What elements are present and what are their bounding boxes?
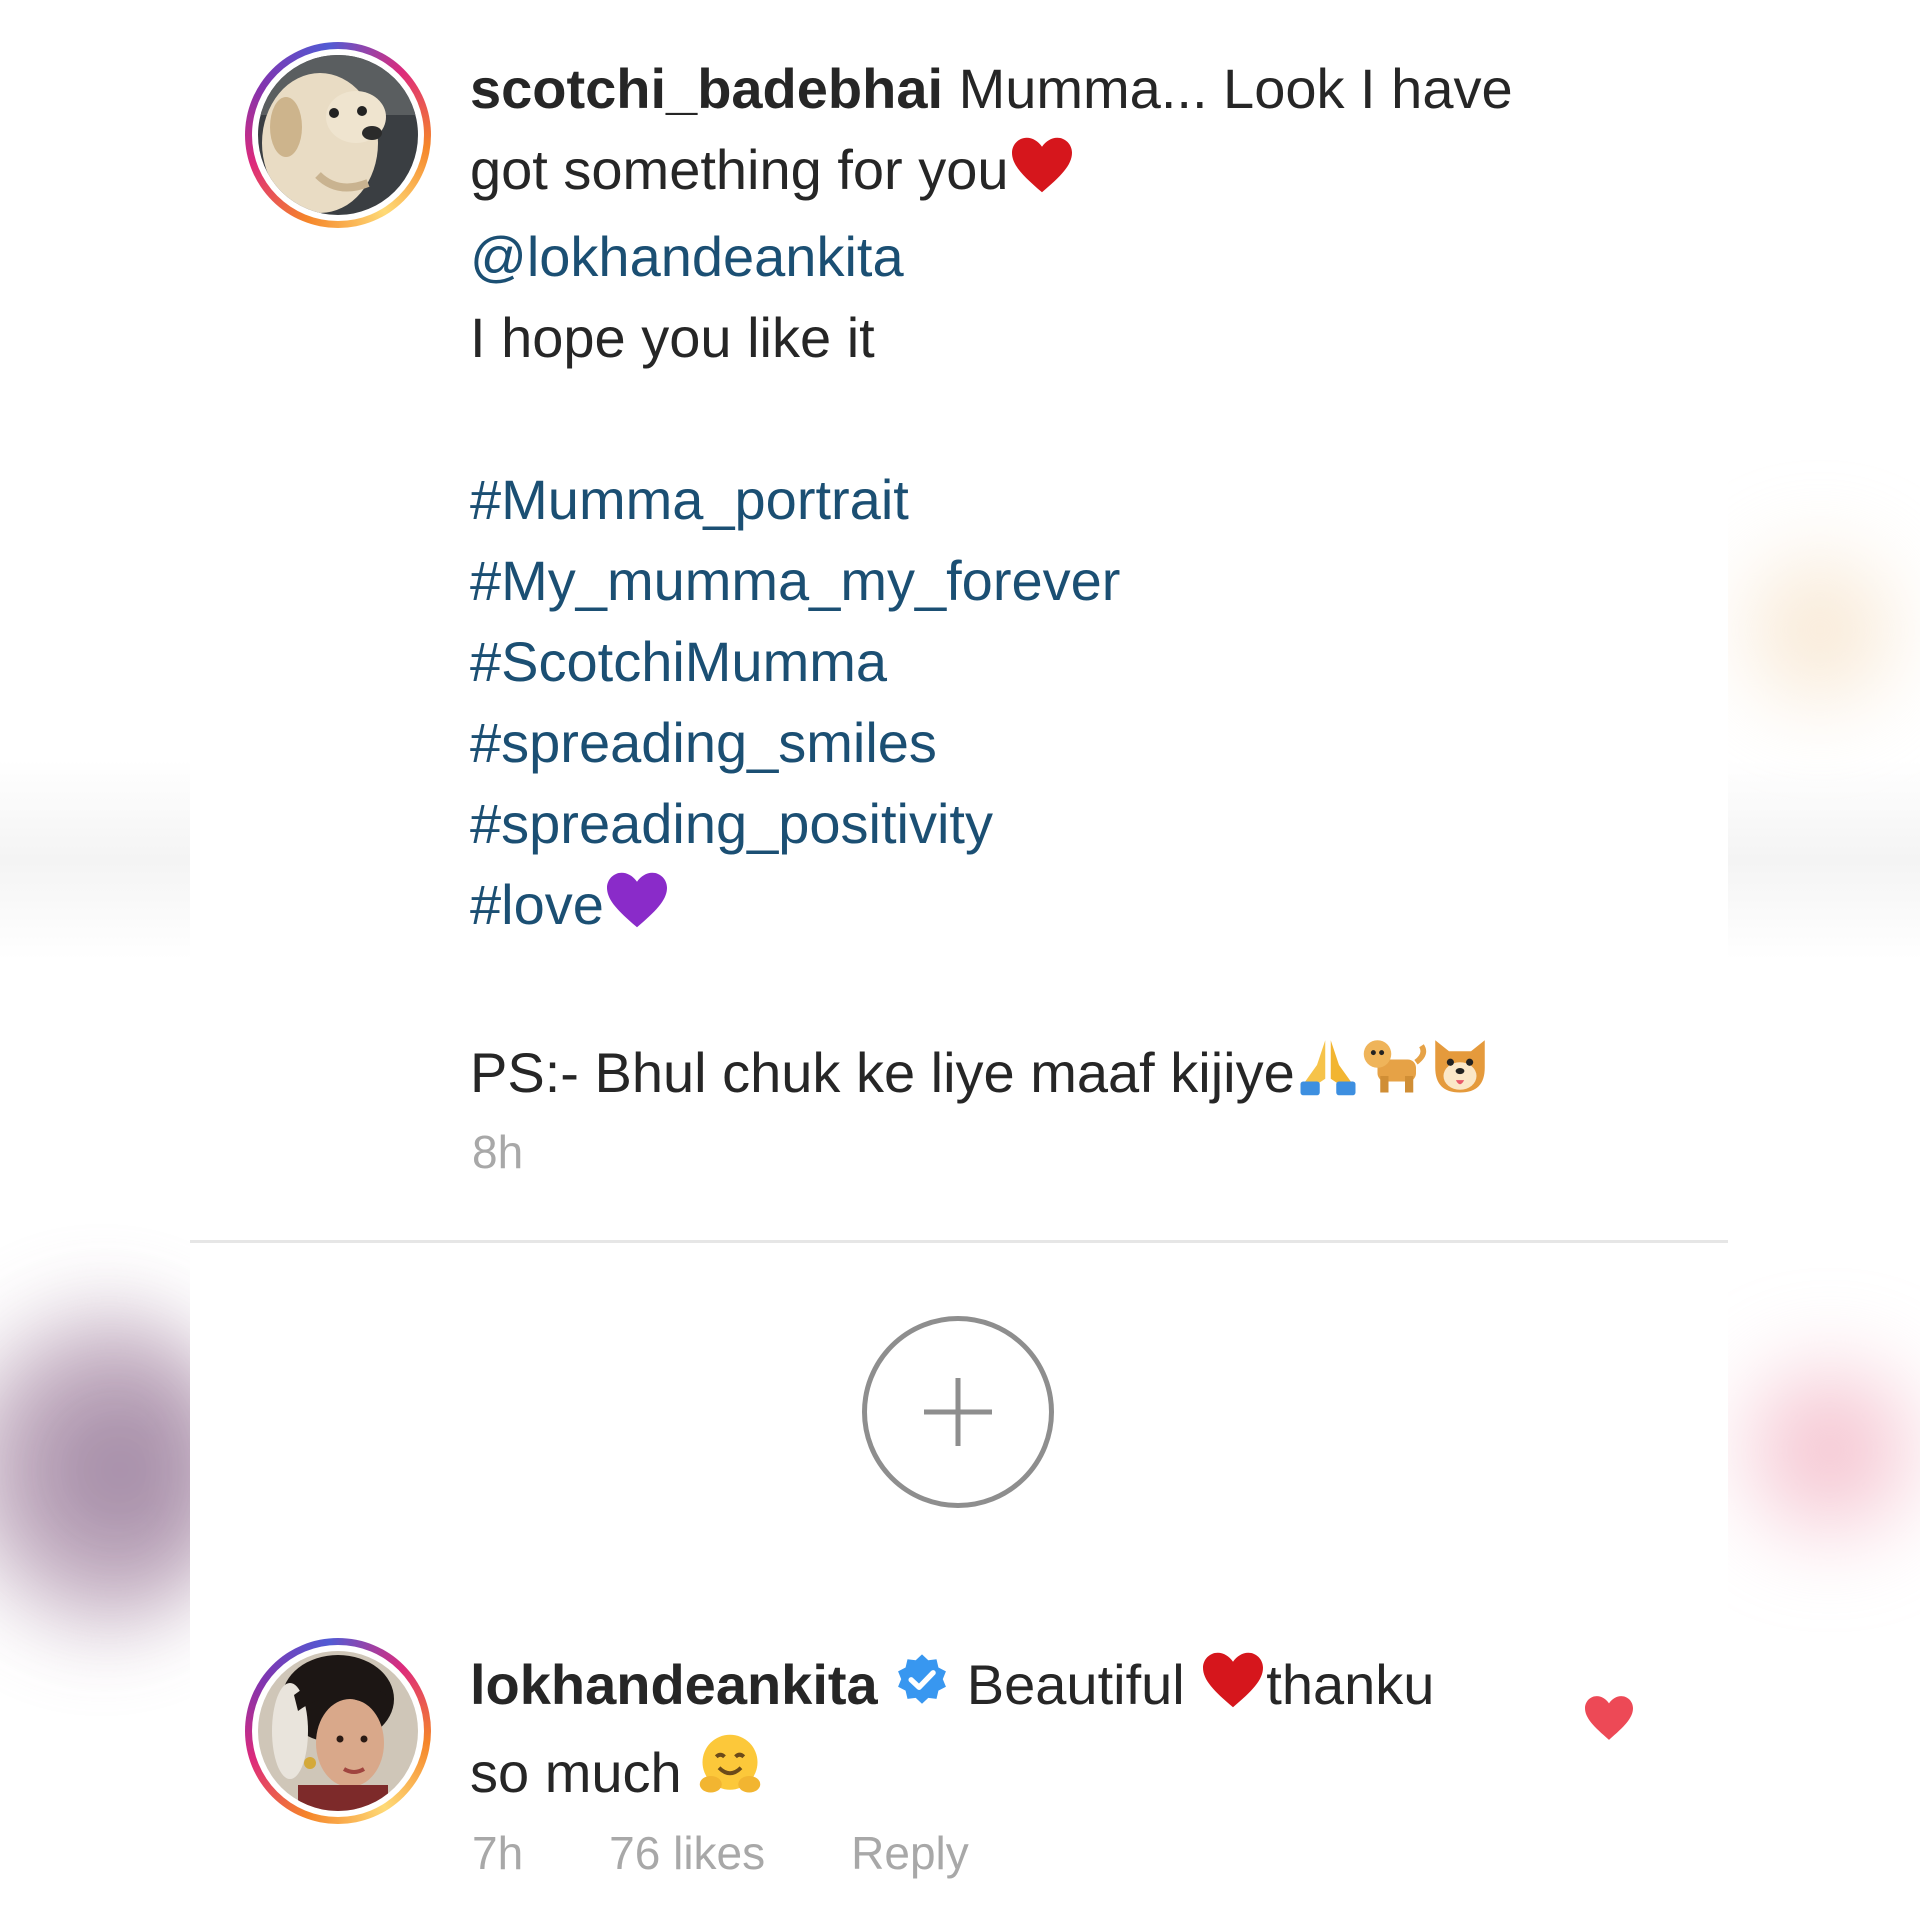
hashtag-link[interactable]: #My_mumma_my_forever (470, 540, 1630, 621)
comments-panel: scotchi_badebhai Mumma... Look I have go… (190, 0, 1728, 1920)
hashtag-link[interactable]: #ScotchiMumma (470, 621, 1630, 702)
folded-hands-icon (1295, 1032, 1361, 1119)
purple-heart-icon (604, 870, 670, 951)
dog-avatar-icon (258, 55, 418, 215)
comment-body: thanku (1266, 1653, 1435, 1716)
load-more-comments-button[interactable] (862, 1316, 1054, 1508)
hashtag-link[interactable]: #spreading_positivity (470, 783, 1630, 864)
hashtag-link[interactable]: #spreading_smiles (470, 702, 1630, 783)
woman-avatar-icon (258, 1651, 418, 1811)
comment-text: lokhandeankita Beautiful thanku so much (470, 1644, 1530, 1820)
divider (190, 1240, 1728, 1243)
comment-likes-count[interactable]: 76 likes (609, 1826, 765, 1880)
mention-link[interactable]: @lokhandeankita (470, 216, 1630, 297)
comment-body: so much (470, 1741, 698, 1804)
comment-username[interactable]: lokhandeankita (470, 1653, 878, 1716)
red-heart-icon (1200, 1650, 1266, 1732)
reply-button[interactable]: Reply (851, 1826, 969, 1880)
hashtag-link[interactable]: #Mumma_portrait (470, 459, 1630, 540)
background-blur-right-upper (1720, 520, 1920, 740)
dog-icon (1361, 1032, 1427, 1119)
hugging-face-icon (697, 1732, 763, 1820)
comment-author-avatar[interactable] (245, 1638, 431, 1824)
comment-body: Beautiful (951, 1653, 1201, 1716)
caption-text: PS:- Bhul chuk ke liye maaf kijiye (470, 1041, 1295, 1104)
caption-text: Mumma... Look I have (943, 57, 1513, 120)
hashtag-link[interactable]: #love (470, 873, 604, 936)
caption-text: got something for you (470, 138, 1009, 201)
caption-text: I hope you like it (470, 306, 875, 369)
plus-icon (924, 1378, 992, 1446)
heart-icon (1585, 1696, 1633, 1740)
post-username[interactable]: scotchi_badebhai (470, 57, 943, 120)
comment-meta: 7h 76 likes Reply (472, 1826, 1055, 1880)
background-blur-right (1700, 1340, 1920, 1560)
post-author-avatar[interactable] (245, 42, 431, 228)
dog-face-icon (1427, 1032, 1493, 1119)
post-caption: scotchi_badebhai Mumma... Look I have go… (470, 48, 1630, 1119)
verified-badge-icon (893, 1650, 951, 1732)
like-comment-button[interactable] (1582, 1694, 1636, 1747)
red-heart-icon (1009, 135, 1075, 216)
post-timestamp: 8h (472, 1126, 524, 1178)
comment-timestamp: 7h (472, 1827, 524, 1879)
